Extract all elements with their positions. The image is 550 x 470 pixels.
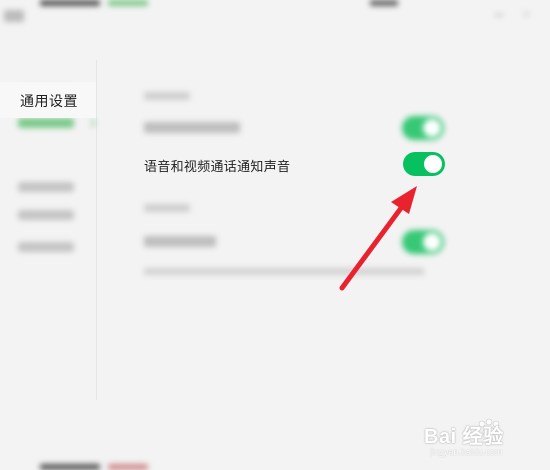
section-title — [144, 204, 190, 212]
setting-label — [144, 236, 216, 247]
setting-label — [144, 122, 240, 133]
toggle-knob — [423, 119, 441, 137]
minimize-icon[interactable] — [495, 14, 503, 16]
top-tab-placeholder — [108, 0, 148, 6]
sidebar-item-label: 通用设置 — [20, 93, 78, 109]
sidebar-item-active[interactable] — [18, 118, 74, 128]
voice-video-notify-toggle[interactable] — [403, 152, 445, 176]
window-title-placeholder — [4, 10, 24, 22]
watermark-text: Bai 经验 — [424, 426, 504, 448]
top-bar: × — [0, 0, 550, 38]
settings-window: × 通用设置 语音和视频通话通知声音 — [0, 0, 550, 470]
setting-description — [144, 268, 424, 275]
top-tab-placeholder — [40, 0, 100, 6]
sidebar-item[interactable] — [18, 182, 74, 192]
top-tab-placeholder — [370, 0, 398, 6]
bottom-placeholder — [108, 464, 148, 470]
sidebar-item[interactable] — [18, 210, 74, 220]
voice-video-notify-label: 语音和视频通话通知声音 — [144, 159, 291, 174]
toggle-knob — [423, 233, 441, 251]
toggle-knob — [424, 155, 442, 173]
close-icon[interactable]: × — [523, 8, 535, 20]
section-title — [144, 92, 190, 100]
watermark-subtext: jingyan.baidu.com — [430, 447, 503, 457]
chevron-right-icon — [90, 118, 96, 128]
bottom-placeholder — [40, 464, 100, 470]
setting-toggle[interactable] — [402, 116, 444, 140]
sidebar-item[interactable] — [18, 242, 74, 252]
setting-toggle[interactable] — [402, 230, 444, 254]
